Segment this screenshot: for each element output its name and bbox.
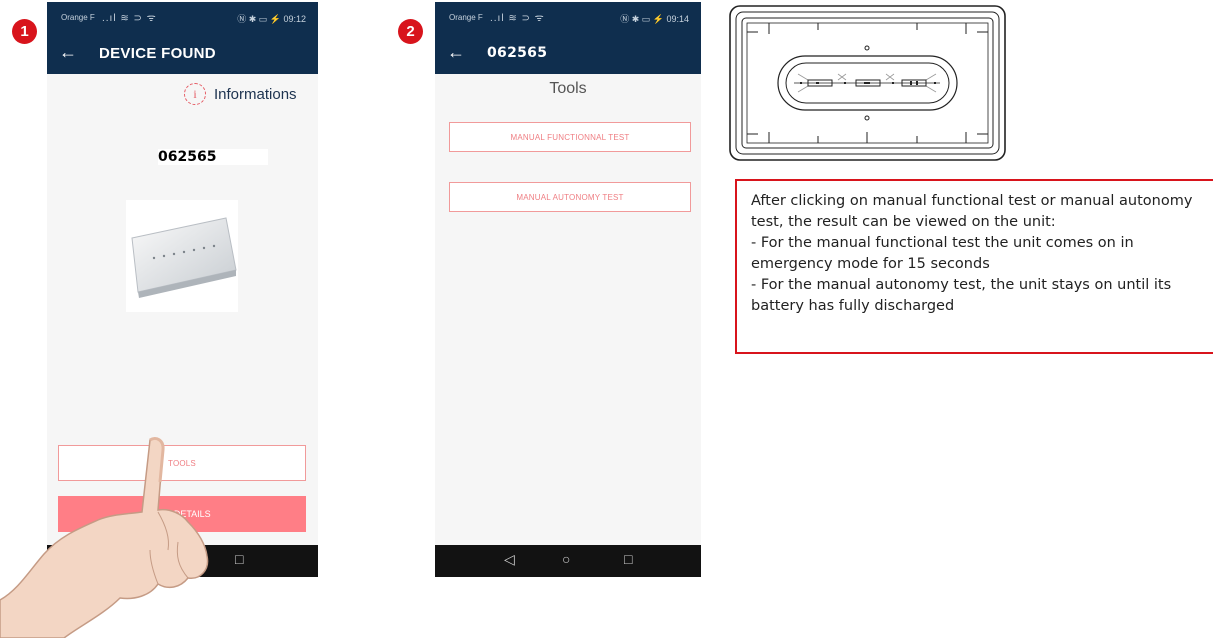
back-arrow-icon[interactable]: ←: [447, 42, 465, 62]
emergency-unit-drawing: [728, 4, 1007, 162]
home-nav-icon[interactable]: ○: [562, 551, 570, 567]
informations-link[interactable]: i Informations: [184, 82, 297, 106]
note-bullet-functional: - For the manual functional test the uni…: [751, 235, 1134, 272]
phone-screen-tools: Orange F ..ıl ≋ ⊃ ᯤ Ⓝ ✱ ▭ ⚡ 09:14 ← 0625…: [435, 2, 701, 577]
manual-autonomy-test-button[interactable]: MANUAL AUTONOMY TEST: [449, 182, 691, 212]
informations-label: Informations: [214, 85, 297, 103]
note-bullet-autonomy: - For the manual autonomy test, the unit…: [751, 277, 1172, 314]
signal-icons: ..ıl ≋ ⊃ ᯤ: [102, 13, 157, 24]
pointing-hand-illustration: [0, 430, 220, 639]
manual-functional-test-button[interactable]: MANUAL FUNCTIONNAL TEST: [449, 122, 691, 152]
recent-apps-nav-icon[interactable]: □: [235, 551, 243, 567]
note-intro: After clicking on manual functional test…: [751, 193, 1193, 230]
recent-apps-nav-icon[interactable]: □: [624, 551, 632, 567]
back-nav-icon[interactable]: ◁: [504, 551, 515, 568]
back-arrow-icon[interactable]: ←: [59, 42, 77, 62]
app-bar: ← DEVICE FOUND: [47, 32, 318, 74]
info-icon: i: [184, 83, 206, 105]
carrier-label: Orange F: [61, 13, 95, 22]
status-bar: Orange F ..ıl ≋ ⊃ ᯤ Ⓝ ✱ ▭ ⚡ 09:14: [435, 2, 701, 32]
device-product-image: [126, 200, 238, 312]
status-bar: Orange F ..ıl ≋ ⊃ ᯤ Ⓝ ✱ ▭ ⚡ 09:12: [47, 2, 318, 32]
status-right-info: Ⓝ ✱ ▭ ⚡ 09:12: [237, 14, 306, 24]
device-id-label: 062565: [158, 149, 268, 165]
status-right-info: Ⓝ ✱ ▭ ⚡ 09:14: [620, 14, 689, 24]
step-1-badge: 1: [12, 19, 37, 44]
page-title: DEVICE FOUND: [99, 45, 216, 62]
explanation-note: After clicking on manual functional test…: [735, 179, 1213, 354]
page-title: 062565: [487, 45, 548, 61]
android-nav-bar: ◁ ○ □: [435, 545, 701, 577]
step-2-badge: 2: [398, 19, 423, 44]
signal-icons: ..ıl ≋ ⊃ ᯤ: [490, 13, 545, 24]
tools-heading: Tools: [549, 80, 587, 97]
app-bar: ← 062565: [435, 32, 701, 74]
carrier-label: Orange F: [449, 13, 483, 22]
